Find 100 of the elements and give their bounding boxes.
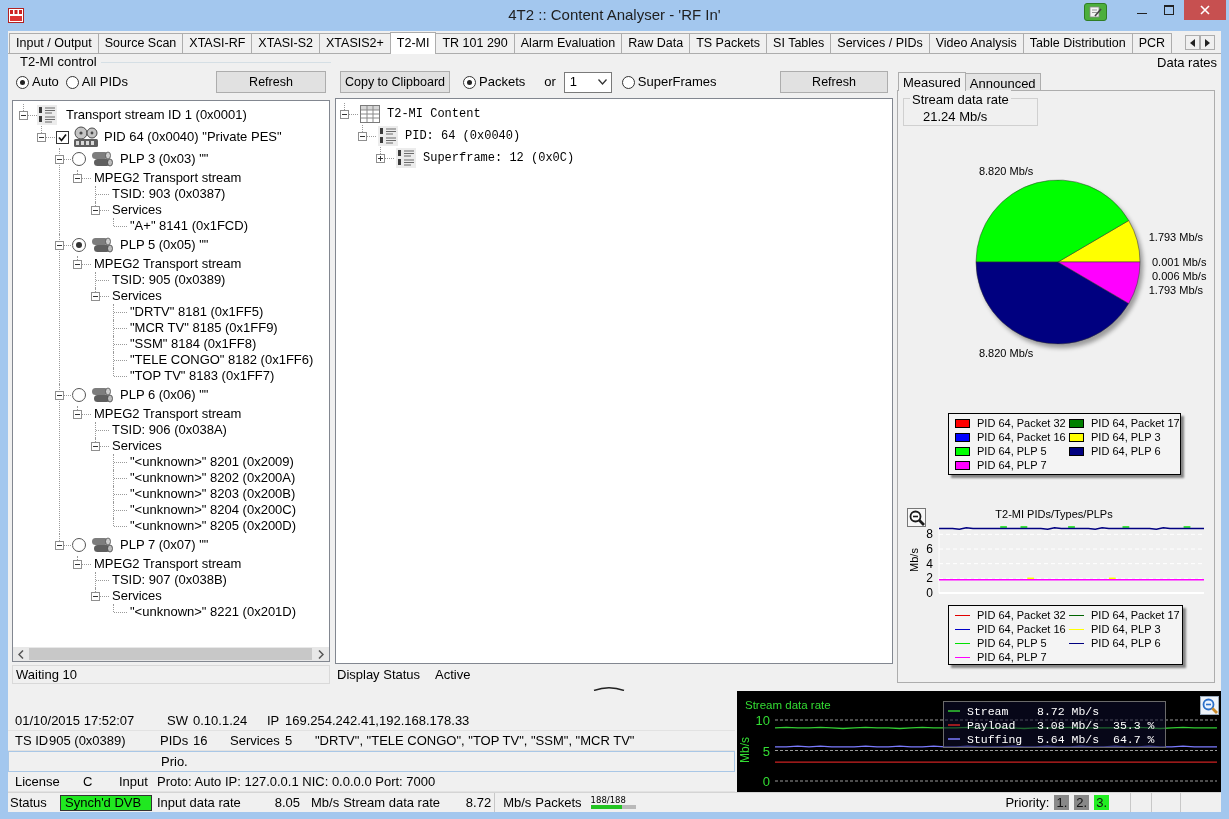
- radio-button[interactable]: Packets: [463, 72, 526, 92]
- tree-item[interactable]: PLP 5 (0x05) "": [120, 235, 209, 255]
- tree-item[interactable]: PID 64 (0x0040) "Private PES": [104, 127, 282, 147]
- refresh-button[interactable]: Refresh: [216, 71, 326, 93]
- triangle-left-icon: [1190, 38, 1195, 47]
- minus-box-icon[interactable]: [55, 390, 64, 400]
- list-icon: [37, 105, 57, 125]
- caret-down-icon: [597, 79, 607, 85]
- note-button[interactable]: [1084, 3, 1107, 21]
- legend-label: PID 64, Packet 32: [977, 607, 1066, 623]
- minus-box-icon[interactable]: [55, 540, 64, 550]
- legend-label: PID 64, PLP 6: [1091, 635, 1161, 651]
- legend-label: PID 64, PLP 6: [1091, 443, 1161, 459]
- field-value: "DRTV", "TELE CONGO", "TOP TV", "SSM", "MCR TV": [315, 731, 635, 750]
- tab-scroll-left-button[interactable]: [1185, 35, 1200, 50]
- tab-scroll-right-button[interactable]: [1200, 35, 1215, 50]
- plus-box-icon[interactable]: [376, 153, 385, 163]
- axis-tick-label: 6: [926, 542, 933, 556]
- radio-button[interactable]: SuperFrames: [621, 72, 717, 92]
- radio-button[interactable]: [72, 388, 86, 402]
- tab[interactable]: Announced: [964, 73, 1041, 90]
- minus-box-icon[interactable]: [340, 109, 349, 119]
- triangle-right-icon: [1205, 38, 1210, 47]
- chevron-right-icon: [317, 649, 324, 659]
- radio-button[interactable]: Auto: [16, 72, 59, 92]
- tab[interactable]: Measured: [898, 72, 966, 91]
- tree-item[interactable]: PID: 64 (0x0040): [405, 127, 521, 145]
- axis-tick-label: 2: [926, 571, 933, 586]
- legend-label: PID 64, PLP 7: [977, 649, 1047, 665]
- tab[interactable]: Input / Output: [9, 33, 99, 53]
- sync-status: Synch'd DVB: [60, 794, 152, 811]
- zoom-out-icon: [1201, 697, 1218, 714]
- tree-item[interactable]: Transport stream ID 1 (0x0001): [66, 105, 247, 125]
- close-icon: [1200, 5, 1210, 15]
- copy-button[interactable]: Copy to Clipboard: [340, 71, 450, 93]
- minus-box-icon[interactable]: [19, 110, 28, 120]
- legend-value: 64.7 %: [1113, 733, 1155, 746]
- minus-box-icon[interactable]: [73, 259, 82, 269]
- note-icon: [1089, 6, 1102, 18]
- tab[interactable]: Video Analysis: [928, 33, 1024, 53]
- scrollbar-thumb[interactable]: [29, 648, 312, 660]
- radio-button[interactable]: [72, 238, 86, 252]
- legend-label: Stream: [967, 705, 1009, 718]
- field-label: TS ID: [15, 731, 49, 750]
- legend-label: PID 64, Packet 17: [1091, 415, 1180, 431]
- priority-indicator: 3.: [1094, 795, 1109, 810]
- tree-item[interactable]: T2-MI Content: [387, 105, 481, 123]
- status-value: Active: [435, 666, 471, 685]
- radio-button[interactable]: [72, 152, 86, 166]
- tree-item[interactable]: PLP 6 (0x06) "": [120, 385, 209, 405]
- field-value: Proto: Auto IP: 127.0.0.1 NIC: 0.0.0.0 Port: 7000: [157, 772, 436, 791]
- legend-label: PID 64, PLP 7: [977, 457, 1047, 473]
- radio-button[interactable]: All PIDs: [65, 72, 128, 92]
- rate-label: Input data rate: [157, 793, 242, 812]
- data-label: 8.820 Mb/s: [978, 165, 1034, 178]
- radio-button[interactable]: [72, 538, 86, 552]
- table-icon: [360, 105, 380, 123]
- field-value: 5: [285, 731, 293, 750]
- field-label: License: [15, 772, 61, 791]
- minus-box-icon[interactable]: [91, 441, 100, 451]
- minus-box-icon[interactable]: [55, 154, 64, 164]
- minus-box-icon[interactable]: [37, 132, 46, 142]
- minus-box-icon[interactable]: [358, 131, 367, 141]
- legend-value: 5.64 Mb/s: [1037, 733, 1100, 746]
- data-label: 1.793 Mb/s: [1148, 284, 1204, 296]
- tree-item[interactable]: PLP 7 (0x07) "": [120, 535, 209, 555]
- list-icon: [396, 148, 416, 168]
- legend-label: PID 64, Packet 16: [977, 429, 1066, 445]
- zoom-out-icon: [908, 509, 925, 526]
- connector-label: or: [544, 73, 556, 92]
- rate-value: 21.24 Mb/s: [923, 109, 989, 125]
- data-label: 0.001 Mb/s: [1152, 256, 1207, 268]
- checkbox[interactable]: [56, 130, 69, 144]
- axis-tick-label: 0: [762, 774, 770, 789]
- minus-box-icon[interactable]: [73, 559, 82, 569]
- group-title: T2-MI control: [20, 53, 97, 72]
- minus-box-icon[interactable]: [73, 409, 82, 419]
- tab[interactable]: T2-MI: [389, 32, 437, 54]
- axis-title: Mb/s: [738, 737, 752, 763]
- splitter-handle[interactable]: [593, 686, 625, 691]
- refresh-button[interactable]: Refresh: [780, 71, 888, 93]
- legend-label: PID 64, Packet 32: [977, 415, 1066, 431]
- tree-item[interactable]: Superframe: 12 (0x0C): [423, 149, 575, 167]
- field-label: SW: [167, 711, 189, 730]
- minus-box-icon[interactable]: [91, 291, 100, 301]
- packets-label: Packets: [535, 793, 582, 812]
- tree-item[interactable]: PLP 3 (0x03) "": [120, 149, 209, 169]
- minus-box-icon[interactable]: [91, 205, 100, 215]
- minus-box-icon[interactable]: [55, 240, 64, 250]
- zoom-out-button[interactable]: [907, 508, 926, 527]
- priority-indicator: 2.: [1074, 795, 1090, 810]
- axis-tick-label: 8: [926, 527, 933, 542]
- legend-label: PID 64, PLP 5: [977, 443, 1047, 459]
- dropdown[interactable]: 1: [563, 71, 612, 93]
- minimize-icon: [1136, 12, 1147, 14]
- minus-box-icon[interactable]: [73, 173, 82, 183]
- tab[interactable]: PCR: [1131, 33, 1173, 53]
- minus-box-icon[interactable]: [91, 591, 100, 601]
- field-value: 0.10.1.24: [193, 711, 248, 730]
- rate-value: 8.05: [273, 793, 300, 812]
